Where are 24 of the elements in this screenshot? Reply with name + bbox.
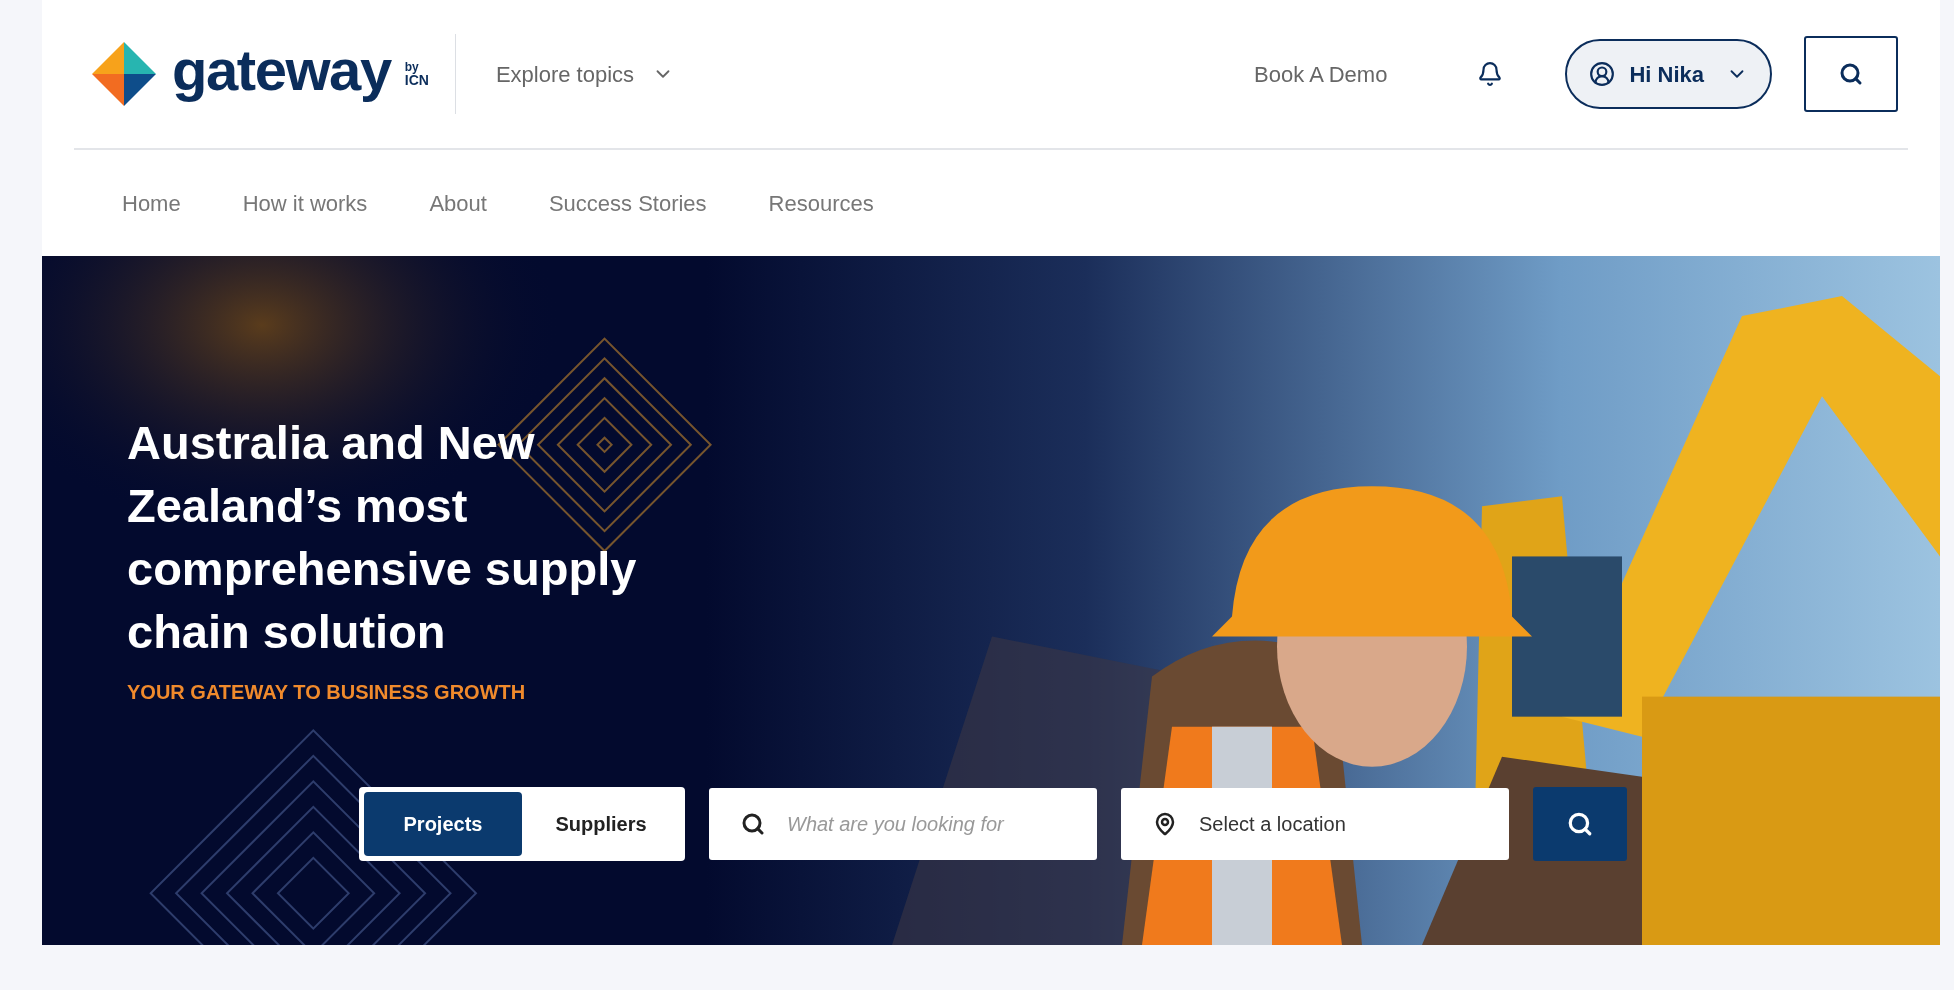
nav-link[interactable]: About — [429, 186, 487, 220]
user-menu-button[interactable]: Hi Nika — [1565, 39, 1772, 109]
hero-heading: Australia and New Zealand’s most comprehensive supply chain solution — [127, 415, 638, 660]
location-field[interactable]: Select a location — [1121, 788, 1509, 860]
search-mode-tab[interactable]: Projects — [364, 792, 522, 856]
nav-link[interactable]: Resources — [768, 186, 874, 220]
search-button[interactable] — [1804, 36, 1898, 112]
book-demo-link[interactable]: Book A Demo — [1254, 57, 1388, 91]
search-icon — [741, 812, 765, 836]
logo-org: ICN — [404, 73, 429, 87]
logo-by: by — [404, 61, 420, 73]
submit-search-button[interactable] — [1533, 787, 1627, 861]
nav-link[interactable]: Success Stories — [548, 186, 707, 220]
search-icon — [1567, 811, 1593, 837]
user-icon — [1589, 61, 1616, 87]
search-icon — [1839, 62, 1863, 86]
keyword-search-field[interactable]: What are you looking for — [709, 788, 1097, 860]
notification-bell-icon[interactable] — [1477, 61, 1504, 87]
location-pin-icon — [1153, 812, 1177, 836]
logo-icon — [90, 40, 158, 108]
explore-topics-dropdown[interactable]: Explore topics — [495, 57, 675, 91]
hero-tagline: YOUR GATEWAY TO BUSINESS GROWTH — [127, 680, 527, 705]
nav-link[interactable]: How it works — [242, 186, 368, 220]
nav-link[interactable]: Home — [122, 186, 181, 220]
